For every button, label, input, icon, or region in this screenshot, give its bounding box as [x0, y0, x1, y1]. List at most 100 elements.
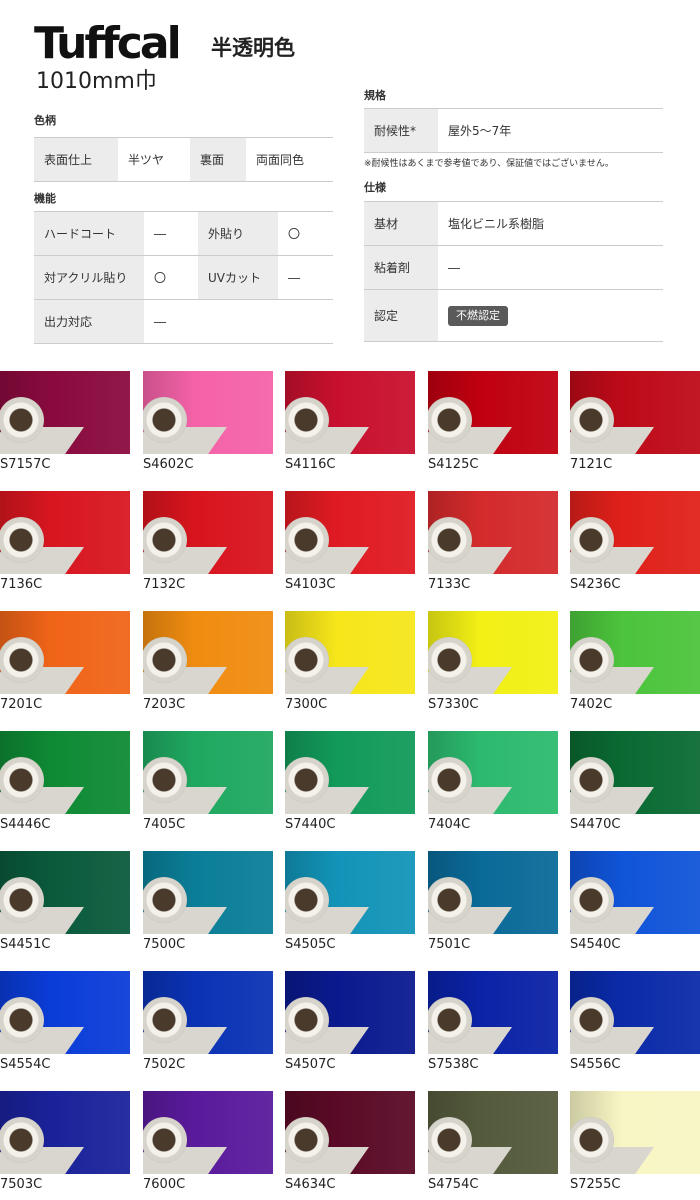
function-key: 出力対応 [34, 299, 144, 344]
roll-core-icon [0, 757, 44, 803]
roll-core-icon [285, 757, 329, 803]
color-swatch[interactable]: S4556C [570, 971, 700, 1073]
color-code: 7405C [143, 817, 186, 832]
color-code: S7157C [0, 457, 51, 472]
color-code: 7121C [570, 457, 613, 472]
spec-row: 基材 塩化ビニル系樹脂 [364, 201, 663, 246]
color-swatch[interactable]: S4554C [0, 971, 130, 1073]
standard-value: 屋外5～7年 [438, 108, 663, 153]
color-swatch[interactable]: S4602C [143, 371, 273, 473]
color-swatch[interactable]: 7500C [143, 851, 273, 953]
pattern-row: 表面仕上 半ツヤ 裏面 両面同色 [34, 137, 333, 182]
color-code: S7440C [285, 817, 336, 832]
color-swatch[interactable]: S7538C [428, 971, 558, 1073]
color-swatch[interactable]: S4116C [285, 371, 415, 473]
function-section-label: 機能 [34, 192, 56, 205]
function-value: ― [144, 299, 198, 344]
color-code: S4116C [285, 457, 336, 472]
color-swatch[interactable]: 7136C [0, 491, 130, 593]
color-swatch[interactable]: S4540C [570, 851, 700, 953]
vinyl-roll-image [428, 731, 558, 814]
roll-core-icon [143, 397, 187, 443]
color-code: S4754C [428, 1177, 479, 1192]
vinyl-roll-image [285, 971, 415, 1054]
function-value: 〇 [278, 211, 333, 256]
color-code: 7404C [428, 817, 471, 832]
spec-section-label: 仕様 [364, 181, 386, 194]
vinyl-roll-image [0, 971, 130, 1054]
vinyl-roll-image [143, 1091, 273, 1174]
color-swatch[interactable]: S4754C [428, 1091, 558, 1193]
color-swatch[interactable]: 7132C [143, 491, 273, 593]
color-swatch[interactable]: 7121C [570, 371, 700, 473]
roll-core-icon [0, 397, 44, 443]
color-swatch[interactable]: 7501C [428, 851, 558, 953]
function-key [198, 299, 278, 344]
roll-core-icon [0, 637, 44, 683]
standard-row: 耐候性* 屋外5～7年 [364, 108, 663, 153]
color-swatch[interactable]: 7503C [0, 1091, 130, 1193]
color-swatch[interactable]: S7255C [570, 1091, 700, 1193]
color-swatch[interactable]: S4634C [285, 1091, 415, 1193]
color-swatch[interactable]: 7203C [143, 611, 273, 713]
color-swatch[interactable]: 7133C [428, 491, 558, 593]
color-swatch[interactable]: S7330C [428, 611, 558, 713]
color-swatch[interactable]: 7402C [570, 611, 700, 713]
color-swatch[interactable]: 7404C [428, 731, 558, 833]
standard-section-label: 規格 [364, 89, 386, 102]
vinyl-roll-image [143, 731, 273, 814]
pattern-section-label: 色柄 [34, 114, 56, 127]
color-swatch[interactable]: S7440C [285, 731, 415, 833]
spec-key: 粘着剤 [364, 245, 438, 290]
color-swatch[interactable]: S4470C [570, 731, 700, 833]
color-swatch[interactable]: 7600C [143, 1091, 273, 1193]
vinyl-roll-image [570, 1091, 700, 1174]
color-code: 7502C [143, 1057, 186, 1072]
vinyl-roll-image [570, 491, 700, 574]
color-code: 7201C [0, 697, 43, 712]
color-code: S7255C [570, 1177, 621, 1192]
roll-core-icon [428, 1117, 472, 1163]
pattern-table: 表面仕上 半ツヤ 裏面 両面同色 [34, 137, 333, 182]
color-swatch[interactable]: S4505C [285, 851, 415, 953]
roll-core-icon [570, 877, 614, 923]
color-swatch[interactable]: 7300C [285, 611, 415, 713]
function-row: ハードコート ― 外貼り 〇 [34, 211, 333, 256]
vinyl-roll-image [0, 1091, 130, 1174]
color-code: S4470C [570, 817, 621, 832]
product-subtitle: 半透明色 [211, 36, 295, 60]
roll-core-icon [285, 517, 329, 563]
roll-core-icon [428, 637, 472, 683]
color-swatch[interactable]: S4451C [0, 851, 130, 953]
color-code: 7503C [0, 1177, 43, 1192]
roll-core-icon [570, 997, 614, 1043]
vinyl-roll-image [0, 491, 130, 574]
color-code: 7203C [143, 697, 186, 712]
color-code: S4602C [143, 457, 194, 472]
color-swatch[interactable]: S4103C [285, 491, 415, 593]
vinyl-roll-image [570, 971, 700, 1054]
color-swatch[interactable]: S7157C [0, 371, 130, 473]
roll-core-icon [428, 877, 472, 923]
color-swatch[interactable]: S4446C [0, 731, 130, 833]
color-swatch[interactable]: 7201C [0, 611, 130, 713]
spec-row: 粘着剤 ― [364, 245, 663, 290]
roll-core-icon [428, 517, 472, 563]
roll-core-icon [570, 1117, 614, 1163]
pattern-value: 両面同色 [246, 137, 333, 182]
color-code: 7133C [428, 577, 471, 592]
vinyl-roll-image [0, 851, 130, 934]
color-swatch[interactable]: S4507C [285, 971, 415, 1073]
spec-row: 認定 不燃認定 [364, 289, 663, 342]
vinyl-roll-image [428, 371, 558, 454]
color-swatch[interactable]: 7405C [143, 731, 273, 833]
color-swatch[interactable]: 7502C [143, 971, 273, 1073]
color-swatch[interactable]: S4236C [570, 491, 700, 593]
vinyl-roll-image [143, 971, 273, 1054]
vinyl-roll-image [428, 491, 558, 574]
function-value: ― [278, 255, 333, 300]
roll-core-icon [428, 397, 472, 443]
vinyl-roll-image [428, 1091, 558, 1174]
color-swatch[interactable]: S4125C [428, 371, 558, 473]
color-code: S7538C [428, 1057, 479, 1072]
